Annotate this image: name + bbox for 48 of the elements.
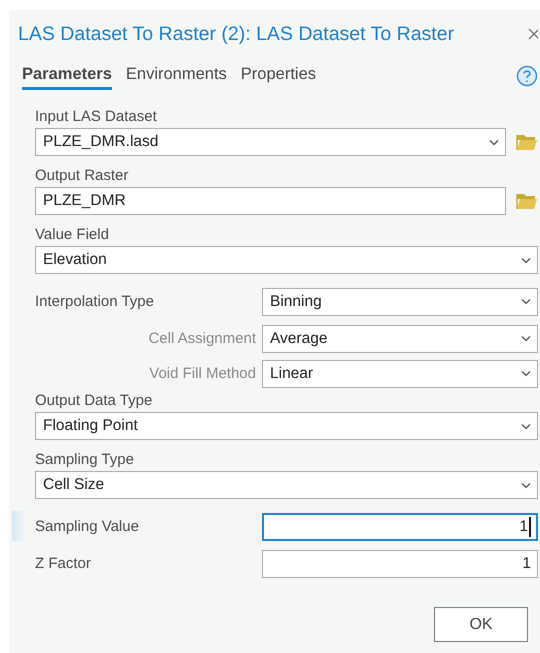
chevron-down-icon <box>521 298 531 305</box>
parameter-label: Sampling Value <box>35 518 140 535</box>
field-value: Linear <box>270 364 314 382</box>
dropdown-field[interactable]: Linear <box>262 360 538 388</box>
text-cursor <box>529 516 531 536</box>
field-value: Average <box>270 330 328 348</box>
window-title: LAS Dataset To Raster (2): LAS Dataset To Raster <box>18 22 454 46</box>
help-icon[interactable] <box>516 65 538 87</box>
parameter-label: Void Fill Method <box>148 365 257 382</box>
close-icon[interactable] <box>528 28 538 40</box>
chevron-down-icon <box>521 256 531 264</box>
dropdown-field[interactable]: Floating Point <box>35 412 538 440</box>
parameter-label: Z Factor <box>35 555 92 572</box>
focus-indicator <box>12 511 26 541</box>
parameter-label: Output Data Type <box>35 391 154 410</box>
chevron-down-icon <box>521 422 531 430</box>
field-value: Cell Size <box>43 476 104 494</box>
folder-icon[interactable] <box>516 133 538 151</box>
chevron-down-icon <box>489 138 499 146</box>
parameter-label: Cell Assignment <box>147 330 257 347</box>
ok-button[interactable]: OK <box>434 607 528 642</box>
tab[interactable]: Environments <box>126 65 227 90</box>
field-value: Floating Point <box>43 417 138 435</box>
field-value: Binning <box>270 292 322 310</box>
tab[interactable]: Parameters <box>22 65 112 90</box>
field-value: PLZE_DMR <box>43 192 126 210</box>
field-value: Elevation <box>43 251 107 269</box>
chevron-down-icon <box>521 482 531 488</box>
parameter-label: Output Raster <box>35 166 130 185</box>
dropdown-field[interactable]: Elevation <box>35 246 538 274</box>
parameter-label: Interpolation Type <box>35 293 155 310</box>
number-field[interactable]: 1 <box>262 512 538 540</box>
field-value: 1 <box>519 518 528 536</box>
tab[interactable]: Properties <box>240 65 316 90</box>
dropdown-field[interactable]: PLZE_DMR.lasd <box>35 128 506 156</box>
text-field[interactable]: PLZE_DMR <box>35 187 506 215</box>
parameter-label: Input LAS Dataset <box>35 107 158 126</box>
dropdown-field[interactable]: Cell Size <box>35 471 538 499</box>
parameter-label: Value Field <box>35 225 110 244</box>
dropdown-field[interactable]: Average <box>262 324 538 352</box>
parameter-label: Sampling Type <box>35 450 135 469</box>
chevron-down-icon <box>521 370 531 377</box>
number-field[interactable]: 1 <box>262 550 538 578</box>
chevron-down-icon <box>521 335 531 342</box>
field-value: 1 <box>522 554 531 572</box>
field-value: PLZE_DMR.lasd <box>43 133 158 151</box>
folder-icon[interactable] <box>516 192 538 210</box>
dropdown-field[interactable]: Binning <box>262 288 538 316</box>
